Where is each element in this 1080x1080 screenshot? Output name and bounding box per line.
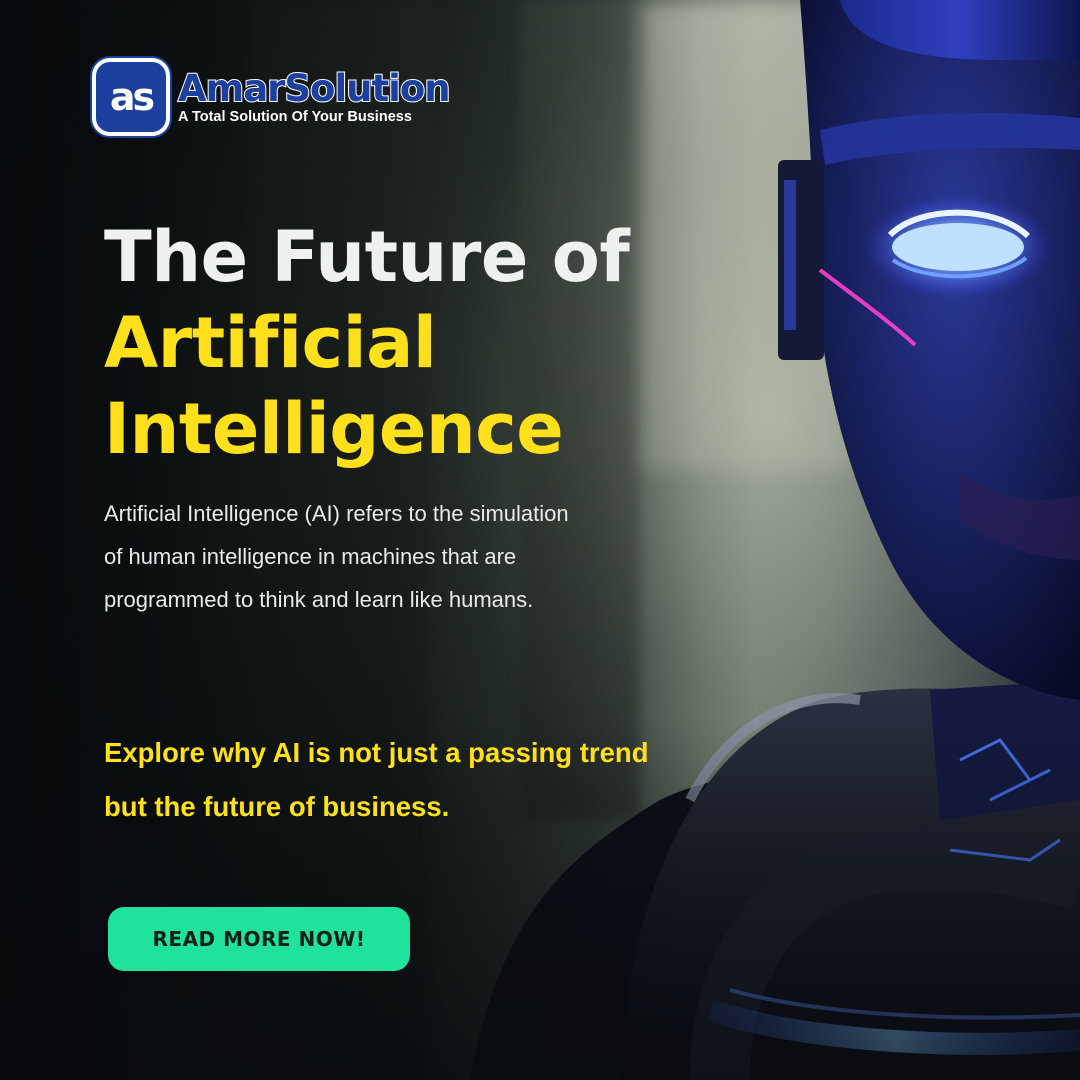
brand-tagline: A Total Solution Of Your Business xyxy=(178,108,412,125)
headline-line-3: Intelligence xyxy=(104,388,564,470)
description: Artificial Intelligence (AI) refers to t… xyxy=(104,501,569,612)
logo-text: AmarSolution A Total Solution Of Your Bu… xyxy=(177,66,452,125)
brand-logo[interactable]: as AmarSolution A Total Solution Of Your… xyxy=(92,58,452,136)
read-more-button[interactable]: READ MORE NOW! xyxy=(108,907,410,971)
call-to-action-text: Explore why AI is not just a passing tre… xyxy=(104,737,649,822)
logo-badge-icon: as xyxy=(92,58,170,136)
headline: The Future of Artificial Intelligence xyxy=(104,214,630,472)
headline-line-1: The Future of xyxy=(104,216,630,298)
logo-badge-text: as xyxy=(109,75,155,119)
ad-poster: as AmarSolution A Total Solution Of Your… xyxy=(0,0,1080,1080)
headline-line-2: Artificial xyxy=(104,302,437,384)
brand-name: AmarSolution xyxy=(177,66,452,110)
